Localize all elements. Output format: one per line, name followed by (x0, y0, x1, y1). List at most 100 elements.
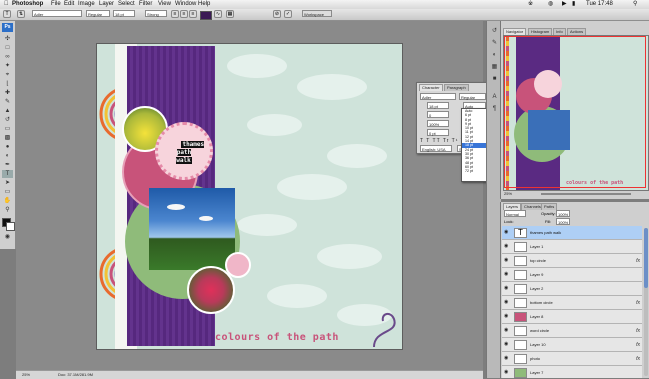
layer-row[interactable]: ◉ Layer 9 (502, 268, 642, 282)
tab-actions[interactable]: Actions (567, 28, 587, 35)
eyedropper-tool-icon[interactable]: ⌊ (2, 80, 13, 88)
layer-effects-icon[interactable]: fx (636, 338, 640, 352)
layer-row[interactable]: ◉ Layer 1 (502, 240, 642, 254)
navigator-preview[interactable]: colours of the path (503, 35, 649, 191)
char-scale-field[interactable]: 100% (427, 120, 449, 127)
pen-tool-icon[interactable]: ✒ (2, 161, 13, 169)
move-tool-icon[interactable]: ✣ (2, 35, 13, 43)
layer-row[interactable]: ◉ Layer 8 (502, 310, 642, 324)
char-size-field[interactable]: 18 pt (427, 102, 449, 109)
layer-effects-icon[interactable]: fx (636, 296, 640, 310)
menu-edit[interactable]: Edit (64, 0, 74, 9)
type-tool-icon[interactable]: T (3, 10, 11, 18)
visibility-eye-icon[interactable]: ◉ (504, 286, 510, 291)
layer-row[interactable]: ◉ Layer 2 (502, 282, 642, 296)
tab-histogram[interactable]: Histogram (528, 28, 553, 35)
path-selection-tool-icon[interactable]: ➤ (2, 179, 13, 187)
history-brush-tool-icon[interactable]: ↺ (2, 116, 13, 124)
spotlight-icon[interactable]: ⚲ (633, 0, 637, 9)
fill-field[interactable]: 100% (556, 218, 570, 225)
visibility-eye-icon[interactable]: ◉ (504, 328, 510, 333)
styles-icon[interactable]: ■ (489, 75, 500, 83)
font-style-select[interactable]: Regular (86, 10, 110, 17)
layer-row[interactable]: ◉ Tthames path walk (502, 226, 642, 240)
visibility-eye-icon[interactable]: ◉ (504, 356, 510, 361)
visibility-eye-icon[interactable]: ◉ (504, 342, 510, 347)
menu-filter[interactable]: Filter (139, 0, 152, 9)
background-color-swatch[interactable] (6, 222, 15, 231)
size-option[interactable]: 72 pt (462, 169, 486, 173)
layer-row[interactable]: ◉ Layer 7 (502, 366, 642, 378)
wifi-icon[interactable]: ◍ (548, 0, 553, 9)
menu-file[interactable]: File (51, 0, 61, 9)
swatches-icon[interactable]: ▦ (489, 63, 500, 71)
bluetooth-icon[interactable]: ※ (528, 0, 533, 9)
navigator-zoom-slider[interactable] (541, 193, 631, 195)
brush-tool-icon[interactable]: ✎ (2, 98, 13, 106)
char-font-style[interactable]: Regular (459, 93, 486, 100)
menu-view[interactable]: View (158, 0, 171, 9)
layers-scroll-thumb[interactable] (644, 228, 648, 288)
layer-row[interactable]: ◉ photo fx (502, 352, 642, 366)
brushes-icon[interactable]: ✎ (489, 39, 500, 47)
gradient-tool-icon[interactable]: ▩ (2, 134, 13, 142)
cancel-icon[interactable]: ⊘ (273, 10, 281, 18)
tab-paths[interactable]: Paths (541, 203, 558, 210)
volume-icon[interactable]: ▶ (562, 0, 567, 9)
char-font-family[interactable]: Adler (420, 93, 456, 100)
layer-row[interactable]: ◉ bottom circle fx (502, 296, 642, 310)
font-family-select[interactable]: Adler (32, 10, 82, 17)
shape-tool-icon[interactable]: ▭ (2, 188, 13, 196)
layer-effects-icon[interactable]: fx (636, 352, 640, 366)
visibility-eye-icon[interactable]: ◉ (504, 230, 510, 235)
tab-paragraph[interactable]: Paragraph (444, 84, 469, 91)
menu-help[interactable]: Help (198, 0, 210, 9)
blur-tool-icon[interactable]: ● (2, 143, 13, 151)
battery-icon[interactable]: ▮ (572, 0, 575, 9)
app-menu[interactable]: Photoshop (12, 0, 43, 9)
layer-row[interactable]: ◉ Layer 10 fx (502, 338, 642, 352)
visibility-eye-icon[interactable]: ◉ (504, 300, 510, 305)
tab-navigator[interactable]: Navigator (503, 28, 527, 35)
char-language-select[interactable]: English: USA (420, 145, 452, 152)
panels-icon[interactable]: ▦ (226, 10, 234, 18)
color-icon[interactable]: ◐ (489, 51, 500, 59)
marquee-tool-icon[interactable]: □ (2, 44, 13, 52)
warp-text-icon[interactable]: ∿ (214, 10, 222, 18)
align-center-icon[interactable]: ≡ (180, 10, 188, 18)
healing-tool-icon[interactable]: ✚ (2, 89, 13, 97)
layer-row[interactable]: ◉ word circle fx (502, 324, 642, 338)
stamp-tool-icon[interactable]: ▲ (2, 107, 13, 115)
char-baseline-field[interactable]: 0 pt (427, 129, 449, 136)
clock[interactable]: Tue 17:48 (586, 0, 613, 9)
paragraph-icon[interactable]: ¶ (489, 105, 500, 113)
layer-row[interactable]: ◉ top circle fx (502, 254, 642, 268)
text-color-swatch[interactable] (200, 11, 212, 20)
navigator-view-box[interactable] (504, 36, 646, 188)
magic-wand-tool-icon[interactable]: ✦ (2, 62, 13, 70)
align-right-icon[interactable]: ≡ (189, 10, 197, 18)
font-size-select[interactable]: 18 pt (113, 10, 135, 17)
visibility-eye-icon[interactable]: ◉ (504, 258, 510, 263)
opacity-field[interactable]: 100% (556, 210, 570, 217)
font-size-dropdown[interactable]: Auto 6 pt 8 pt 9 pt 10 pt 11 pt 12 pt 14… (461, 108, 487, 182)
char-kerning-field[interactable]: 0 (427, 111, 449, 118)
visibility-eye-icon[interactable]: ◉ (504, 314, 510, 319)
orientation-icon[interactable]: ⇅ (17, 10, 25, 18)
type-tool-icon[interactable]: T (2, 170, 13, 178)
layers-scrollbar[interactable] (644, 228, 648, 376)
layer-effects-icon[interactable]: fx (636, 254, 640, 268)
character-icon[interactable]: A (489, 93, 500, 101)
menu-image[interactable]: Image (78, 0, 95, 9)
workspace-button[interactable]: Workspace (302, 10, 332, 17)
lasso-tool-icon[interactable]: ∞ (2, 53, 13, 61)
tab-layers[interactable]: Layers (503, 203, 522, 210)
visibility-eye-icon[interactable]: ◉ (504, 370, 510, 375)
crop-tool-icon[interactable]: ⌖ (2, 71, 13, 79)
antialias-select[interactable]: Strong (145, 10, 167, 17)
dodge-tool-icon[interactable]: ◐ (2, 152, 13, 160)
menu-window[interactable]: Window (175, 0, 196, 9)
zoom-tool-icon[interactable]: ⚲ (2, 206, 13, 214)
menu-select[interactable]: Select (118, 0, 135, 9)
hand-tool-icon[interactable]: ✋ (2, 197, 13, 205)
